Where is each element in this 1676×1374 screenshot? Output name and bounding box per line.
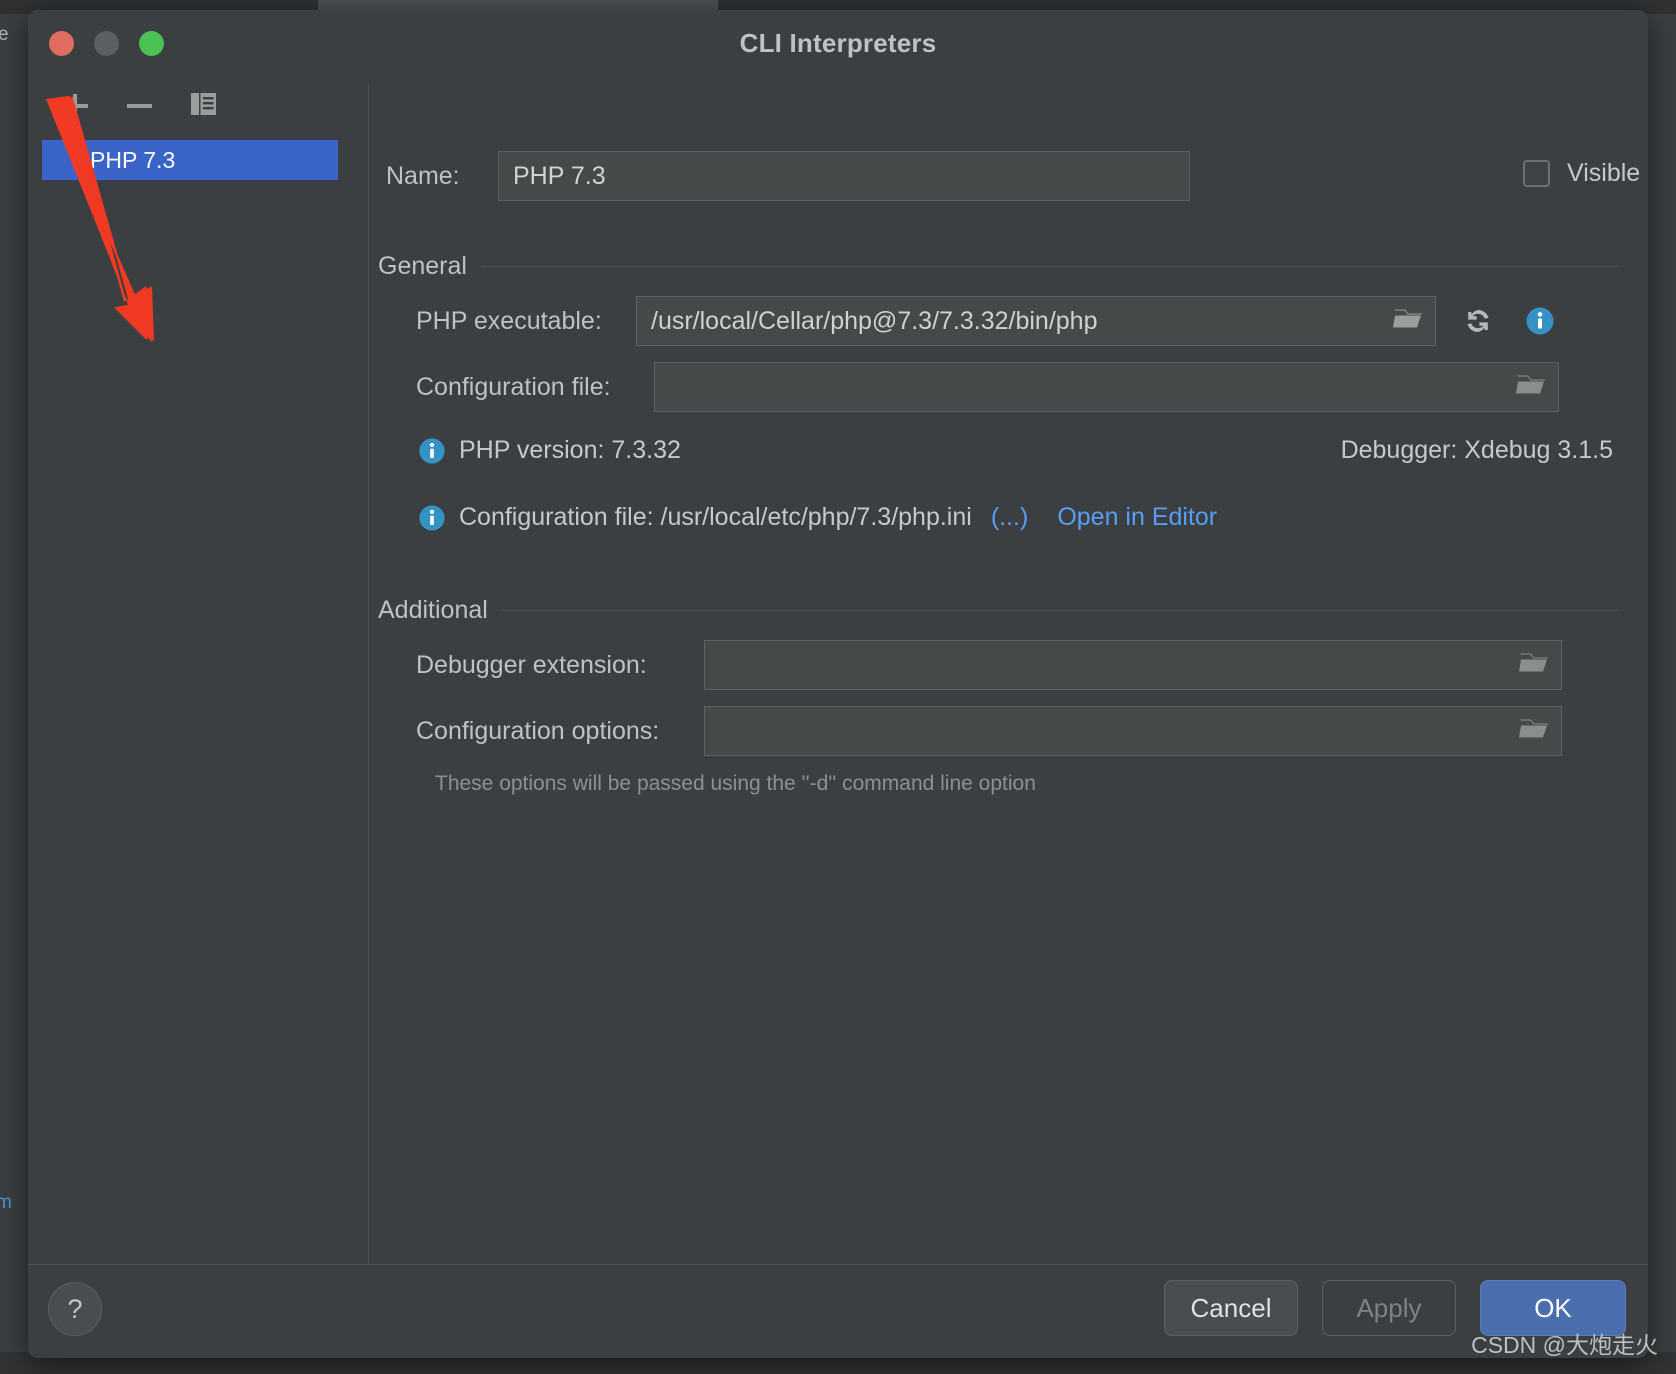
configuration-file-input[interactable] — [654, 362, 1559, 412]
visible-only-checkbox[interactable] — [1523, 160, 1550, 187]
interpreters-toolbar — [56, 87, 222, 125]
dialog-titlebar: CLI Interpreters — [28, 10, 1648, 74]
cancel-button[interactable]: Cancel — [1164, 1280, 1298, 1336]
dialog-footer: ? Cancel Apply OK — [28, 1264, 1648, 1358]
dialog-title: CLI Interpreters — [739, 28, 937, 58]
configuration-file-row: Configuration file: — [416, 362, 1559, 412]
configuration-options-input[interactable] — [704, 706, 1562, 756]
add-interpreter-button[interactable] — [56, 87, 94, 125]
footer-divider — [28, 1264, 1648, 1265]
screen: e m CLI Interpreters PHP 7.3 Name: PHP 7… — [0, 0, 1676, 1374]
debugger-info-text: Debugger: Xdebug 3.1.5 — [1340, 436, 1613, 464]
config-file-dots-link[interactable]: (...) — [991, 503, 1029, 532]
folder-icon[interactable] — [1519, 650, 1549, 681]
remove-interpreter-button[interactable] — [120, 87, 158, 125]
info-icon — [419, 504, 445, 531]
open-in-editor-link[interactable]: Open in Editor — [1057, 503, 1217, 532]
refresh-icon — [1467, 310, 1489, 332]
debugger-extension-input[interactable] — [704, 640, 1562, 690]
php-executable-value: /usr/local/Cellar/php@7.3/7.3.32/bin/php — [651, 306, 1098, 335]
interpreters-list[interactable]: PHP 7.3 — [42, 140, 338, 180]
ide-left-edge — [0, 14, 28, 1374]
interpreters-list-pane: PHP 7.3 — [28, 74, 352, 1264]
configuration-options-row: Configuration options: — [416, 706, 1562, 756]
additional-section-header: Additional — [378, 596, 1618, 625]
info-icon — [1526, 307, 1554, 335]
apply-button[interactable]: Apply — [1322, 1280, 1456, 1336]
configuration-options-hint: These options will be passed using the '… — [435, 772, 1036, 795]
name-label: Name: — [386, 161, 460, 190]
php-executable-input[interactable]: /usr/local/Cellar/php@7.3/7.3.32/bin/php — [636, 296, 1436, 346]
list-item[interactable]: PHP 7.3 — [42, 140, 338, 180]
folder-icon[interactable] — [1393, 306, 1423, 337]
general-section-header: General — [378, 252, 1618, 281]
configuration-file-info: Configuration file: /usr/local/etc/php/7… — [418, 503, 1217, 532]
configuration-options-label: Configuration options: — [416, 716, 660, 745]
copy-interpreter-button[interactable] — [184, 87, 222, 125]
name-row: Name: PHP 7.3 — [386, 151, 1190, 201]
help-button[interactable]: ? — [48, 1282, 102, 1336]
interpreter-details-pane: Name: PHP 7.3 Visible only for this proj… — [368, 74, 1648, 1264]
copy-icon — [190, 93, 216, 115]
info-icon — [419, 437, 445, 464]
visible-only-checkbox-row[interactable]: Visible only for this project — [1523, 159, 1648, 188]
folder-icon[interactable] — [1516, 372, 1546, 403]
configuration-file-label: Configuration file: — [416, 372, 611, 401]
general-section-title: General — [378, 252, 467, 280]
name-input[interactable]: PHP 7.3 — [498, 151, 1190, 201]
php-version-info: PHP version: 7.3.32 — [418, 436, 681, 465]
visible-only-label: Visible only for this project — [1567, 159, 1648, 187]
cli-interpreters-dialog: CLI Interpreters PHP 7.3 Name: PHP 7.3 V… — [28, 10, 1648, 1358]
folder-icon[interactable] — [1519, 716, 1549, 747]
general-section-rule — [480, 266, 1618, 267]
refresh-interpreter-button[interactable] — [1458, 301, 1498, 341]
additional-section-title: Additional — [378, 596, 488, 624]
additional-section-rule — [501, 610, 1618, 611]
list-item-label: PHP 7.3 — [90, 146, 176, 173]
php-executable-row: PHP executable: /usr/local/Cellar/php@7.… — [416, 296, 1560, 346]
debugger-extension-label: Debugger extension: — [416, 650, 647, 679]
ide-left-glyph-top: e — [0, 24, 9, 45]
php-version-text: PHP version: 7.3.32 — [459, 436, 681, 464]
dialog-body: PHP 7.3 Name: PHP 7.3 Visible only for t… — [28, 74, 1648, 1358]
interpreter-info-button[interactable] — [1520, 301, 1560, 341]
configuration-file-info-text: Configuration file: /usr/local/etc/php/7… — [459, 503, 972, 531]
watermark: CSDN @大炮走火 — [1471, 1332, 1658, 1358]
php-executable-label: PHP executable: — [416, 306, 602, 335]
debugger-extension-row: Debugger extension: — [416, 640, 1562, 690]
ide-left-glyph-bottom: m — [0, 1192, 12, 1213]
